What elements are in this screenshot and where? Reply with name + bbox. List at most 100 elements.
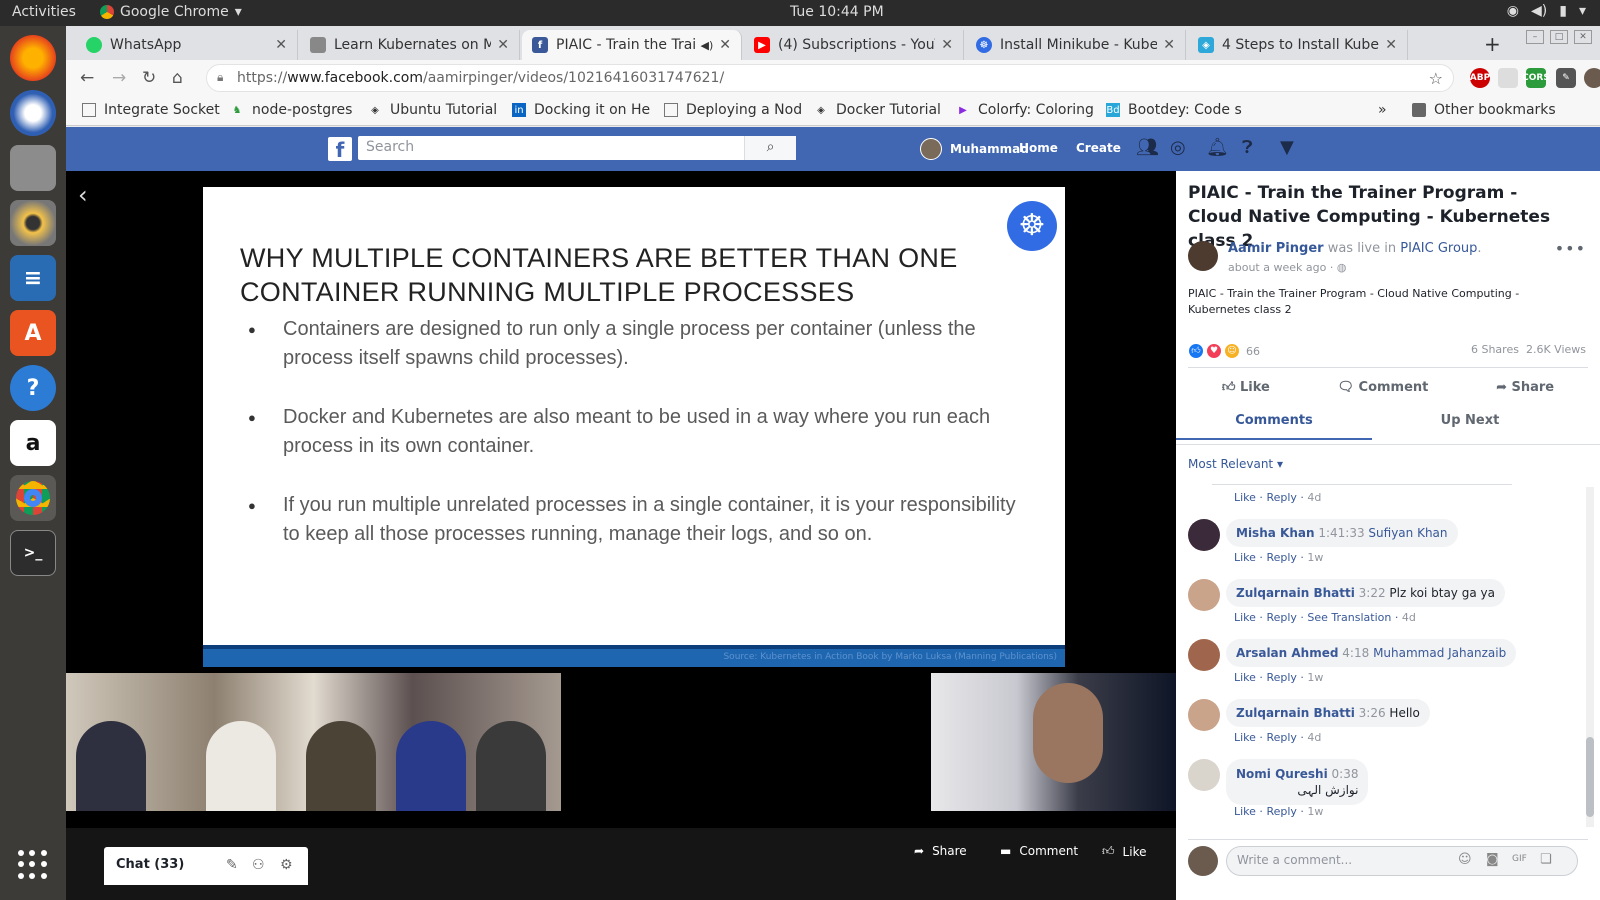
post-time[interactable]: about a week ago · ◍	[1228, 261, 1346, 274]
close-window-button[interactable]: ✕	[1574, 30, 1592, 44]
comment-reply-link[interactable]: Reply	[1266, 551, 1296, 564]
like-button[interactable]: 👍︎ Like	[1222, 380, 1270, 395]
search-icon[interactable]: ⌕	[744, 136, 796, 160]
avatar[interactable]	[1188, 639, 1220, 671]
close-icon[interactable]: ✕	[1163, 37, 1175, 53]
writer-icon[interactable]: ≡	[10, 255, 56, 301]
sticker-icon[interactable]: ❏	[1540, 852, 1552, 867]
reload-icon[interactable]: ↻	[142, 68, 156, 88]
close-icon[interactable]: ✕	[719, 37, 731, 53]
other-bookmarks[interactable]: Other bookmarks	[1412, 102, 1556, 118]
clock[interactable]: Tue 10:44 PM	[790, 4, 884, 20]
show-apps-icon[interactable]	[18, 850, 48, 880]
minimize-button[interactable]: –	[1526, 30, 1544, 44]
video-like-button[interactable]: 👍︎ Like	[1102, 844, 1146, 859]
comment-reply-link[interactable]: Reply	[1266, 731, 1296, 744]
activities-button[interactable]: Activities	[12, 4, 76, 20]
bookmark-item[interactable]: ▶ Colorfy: Coloring	[956, 102, 1094, 118]
commenter-name[interactable]: Misha Khan	[1236, 526, 1315, 540]
avatar[interactable]	[1188, 759, 1220, 791]
help-icon[interactable]: ?	[10, 365, 56, 411]
tab-youtube[interactable]: ▶ (4) Subscriptions - YouTu ✕	[744, 30, 964, 60]
bookmark-item[interactable]: ◈ Ubuntu Tutorial	[368, 102, 497, 118]
system-tray[interactable]: ◉ ◀) ▮ ▾	[1507, 3, 1586, 19]
cors-icon[interactable]: CORS	[1522, 68, 1550, 88]
bookmark-star-icon[interactable]: ☆	[1429, 69, 1443, 88]
comment-reply-link[interactable]: Reply	[1266, 611, 1296, 624]
bookmark-item[interactable]: Bd Bootdey: Code s	[1106, 102, 1242, 118]
video-share-button[interactable]: ➦ Share	[914, 844, 967, 858]
share-count[interactable]: 6 Shares	[1471, 343, 1519, 356]
commenter-name[interactable]: Zulqarnain Bhatti	[1236, 706, 1355, 720]
bookmark-item[interactable]: in Docking it on He	[512, 102, 650, 118]
comment-timestamp[interactable]: 0:38	[1332, 767, 1359, 781]
chat-tab[interactable]: Chat (33) ✎ ⚇ ⚙	[104, 847, 308, 885]
close-icon[interactable]: ✕	[1385, 37, 1397, 53]
tab-learn-kubernetes[interactable]: Learn Kubernates on Mi ✕	[300, 30, 520, 60]
comments-scrollbar[interactable]	[1586, 487, 1594, 827]
see-translation-link[interactable]: See Translation	[1307, 611, 1391, 624]
bookmark-item[interactable]: ♞ node-postgres	[230, 102, 353, 118]
profile-avatar[interactable]	[1584, 68, 1600, 88]
tab-comments[interactable]: Comments	[1176, 413, 1372, 440]
address-bar[interactable]: 🔒︎ https://www.facebook.com/aamirpinger/…	[206, 64, 1454, 92]
video-player[interactable]: ‹ ☸ WHY MULTIPLE CONTAINERS ARE BETTER T…	[66, 171, 1176, 900]
comment-sort-dropdown[interactable]: Most Relevant ▾	[1188, 457, 1283, 471]
close-icon[interactable]: ✕	[941, 37, 953, 53]
share-button[interactable]: ➦ Share	[1496, 380, 1554, 395]
software-center-icon[interactable]: A	[10, 310, 56, 356]
avatar[interactable]	[1188, 579, 1220, 611]
back-icon[interactable]: ←	[80, 68, 94, 88]
commenter-name[interactable]: Arsalan Ahmed	[1236, 646, 1338, 660]
comment-button[interactable]: 🗨︎ Comment	[1337, 380, 1428, 395]
create-link[interactable]: Create	[1076, 141, 1121, 155]
chevron-down-icon[interactable]: ▼	[1280, 137, 1294, 158]
comment-like-link[interactable]: Like	[1234, 611, 1256, 624]
bookmark-item[interactable]: ◈ Docker Tutorial	[814, 102, 941, 118]
tab-4-steps[interactable]: ◈ 4 Steps to Install Kuberr ✕	[1188, 30, 1408, 60]
profile-link[interactable]: Muhammad	[920, 138, 1029, 160]
bookmark-item[interactable]: Integrate Socket	[82, 102, 220, 118]
gif-icon[interactable]: GIF	[1512, 854, 1527, 864]
gear-icon[interactable]: ⚙	[280, 857, 293, 873]
tab-piaic-facebook[interactable]: f PIAIC - Train the Train ◀) ✕	[522, 30, 742, 60]
tab-minikube[interactable]: ☸ Install Minikube - Kuber ✕	[966, 30, 1186, 60]
comment-like-link[interactable]: Like	[1234, 805, 1256, 818]
audio-icon[interactable]: ◀)	[701, 39, 714, 52]
maximize-button[interactable]: □	[1550, 30, 1568, 44]
commenter-name[interactable]: Nomi Qureshi	[1236, 767, 1328, 781]
commenter-name[interactable]: Zulqarnain Bhatti	[1236, 586, 1355, 600]
bookmarks-overflow-button[interactable]: »	[1378, 102, 1387, 118]
bookmark-item[interactable]: Deploying a Nod	[664, 102, 802, 118]
author-link[interactable]: Aamir Pinger	[1228, 241, 1324, 256]
comment-text[interactable]: Muhammad Jahanzaib	[1373, 646, 1506, 660]
comment-timestamp[interactable]: 4:18	[1342, 646, 1369, 660]
forward-icon[interactable]: →	[112, 68, 126, 88]
comment-like-link[interactable]: Like	[1234, 491, 1256, 504]
reactions-summary[interactable]: 👍︎ ♥ ☺ 66	[1188, 343, 1260, 359]
comment-reply-link[interactable]: Reply	[1266, 671, 1296, 684]
search-input[interactable]: Search	[358, 136, 796, 160]
messenger-icon[interactable]: ◎	[1170, 137, 1186, 158]
close-icon[interactable]: ✕	[497, 37, 509, 53]
video-comment-button[interactable]: ▬ Comment	[1000, 844, 1078, 858]
comment-like-link[interactable]: Like	[1234, 731, 1256, 744]
compose-icon[interactable]: ✎	[226, 857, 238, 873]
comment-reply-link[interactable]: Reply	[1266, 491, 1296, 504]
help-icon[interactable]: ❓︎	[1242, 137, 1253, 158]
eyedropper-icon[interactable]: ✎	[1556, 68, 1576, 88]
close-icon[interactable]: ✕	[275, 37, 287, 53]
thunderbird-icon[interactable]	[10, 90, 56, 136]
chrome-icon[interactable]	[10, 475, 56, 521]
home-link[interactable]: Home	[1019, 141, 1058, 155]
rhythmbox-icon[interactable]	[10, 200, 56, 246]
home-icon[interactable]: ⌂	[172, 68, 183, 88]
comment-like-link[interactable]: Like	[1234, 671, 1256, 684]
avatar[interactable]	[1188, 699, 1220, 731]
friends-icon[interactable]: 👥︎	[1136, 137, 1159, 158]
firefox-icon[interactable]	[10, 35, 56, 81]
extension-icon[interactable]	[1498, 68, 1518, 88]
scrollbar-thumb[interactable]	[1586, 737, 1594, 817]
adblock-icon[interactable]: ABP	[1470, 68, 1490, 88]
files-icon[interactable]	[10, 145, 56, 191]
